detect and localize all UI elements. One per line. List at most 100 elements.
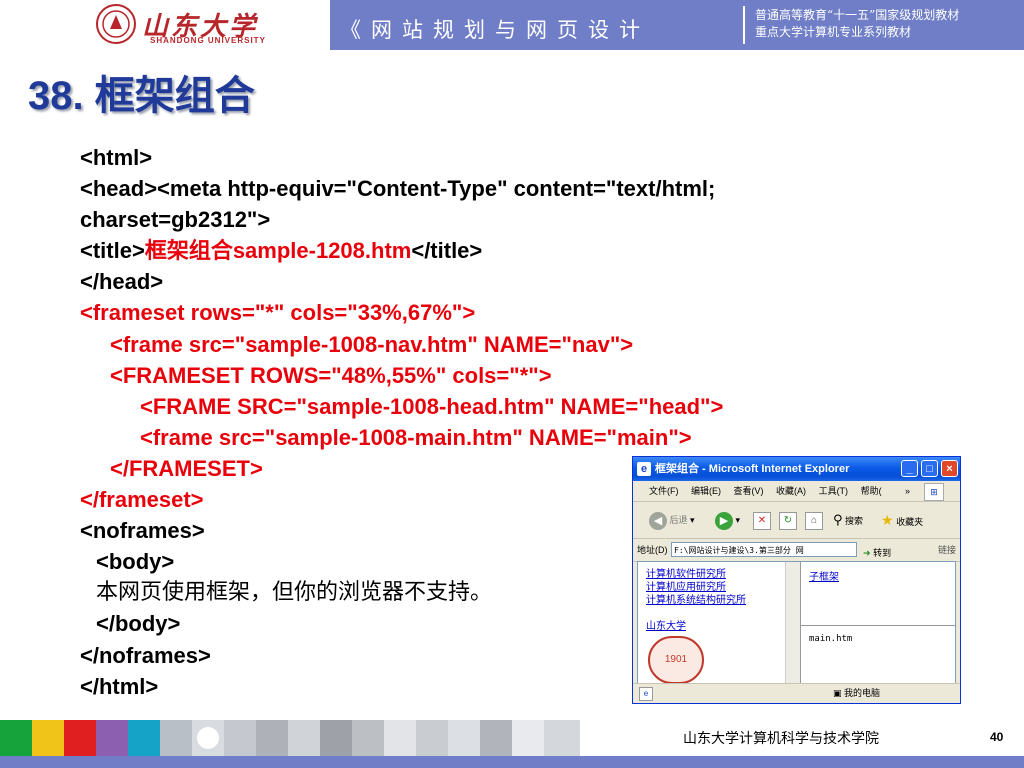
back-button[interactable]: ◀ 后退 ▾ (649, 510, 695, 530)
footer-tile (448, 720, 480, 756)
code-line: 本网页使用框架，但你的浏览器不支持。 (96, 580, 493, 606)
back-label: 后退 (669, 515, 688, 525)
footer-tile (512, 720, 544, 756)
maximize-button[interactable]: □ (921, 460, 938, 477)
footer-tile (320, 720, 352, 756)
university-logo: 山东大学 SHANDONG UNIVERSITY (0, 0, 330, 50)
university-seal-image: 1901 (648, 636, 704, 684)
favorites-label: 收藏夹 (896, 517, 924, 527)
menu-tools[interactable]: 工具(T) (819, 486, 849, 496)
code-line: </noframes> (80, 642, 211, 668)
go-arrow-icon: ➜ (863, 548, 871, 558)
refresh-button[interactable]: ↻ (779, 510, 797, 530)
series-text: 普通高等教育“十一五”国家级规划教材 重点大学计算机专业系列教材 (755, 7, 959, 41)
window-title: 框架组合 - Microsoft Internet Explorer (655, 463, 850, 475)
links-label[interactable]: 链接 (938, 539, 956, 561)
forward-button[interactable]: ▶ ▾ (715, 510, 740, 530)
code-line: <title>框架组合sample-1208.htm</title> (80, 235, 723, 266)
address-label: 地址(D) (637, 545, 668, 555)
search-icon: ⚲ (833, 512, 843, 527)
footer-tile (64, 720, 96, 756)
footer-strip (0, 756, 1024, 768)
menu-more-chevron-icon[interactable]: » (905, 481, 910, 501)
windows-logo-icon: ⊞ (924, 483, 944, 501)
code-line: <FRAME SRC="sample-1008-head.htm" NAME="… (140, 393, 724, 419)
home-icon: ⌂ (805, 511, 823, 530)
menu-edit[interactable]: 编辑(E) (691, 486, 721, 496)
series-line-1: 普通高等教育“十一五”国家级规划教材 (755, 8, 960, 22)
star-icon: ★ (881, 512, 894, 528)
page-icon: e (639, 687, 653, 701)
code-line: </head> (80, 269, 164, 295)
menu-view[interactable]: 查看(V) (734, 486, 764, 496)
footer-tile (256, 720, 288, 756)
logo-subtext: SHANDONG UNIVERSITY (150, 36, 266, 45)
code-line: <body> (96, 549, 175, 575)
footer-tile (96, 720, 128, 756)
code-segment: </title> (411, 238, 483, 264)
menu-file[interactable]: 文件(F) (649, 486, 679, 496)
footer-tile (544, 720, 580, 756)
code-line: </html> (80, 673, 159, 699)
university-seal-icon (96, 4, 136, 44)
footer-decoration (0, 720, 580, 756)
nav-frame: 计算机软件研究所 计算机应用研究所 计算机系统结构研究所 山东大学 1901 (638, 562, 801, 684)
footer-school: 山东大学计算机科学与技术学院 (683, 731, 879, 747)
code-line: </body> (96, 611, 181, 637)
nav-link[interactable]: 计算机软件研究所 (646, 568, 726, 581)
footer-tile (224, 720, 256, 756)
main-text: main.htm (809, 634, 853, 644)
code-segment: <title> (80, 238, 145, 264)
home-button[interactable]: ⌂ (805, 510, 823, 530)
nav-scrollbar[interactable] (785, 562, 800, 683)
code-line: </frameset> (80, 487, 204, 513)
browser-window: e 框架组合 - Microsoft Internet Explorer _ □… (632, 456, 961, 704)
forward-arrow-icon: ▶ (715, 511, 733, 530)
footer-tile (288, 720, 320, 756)
footer-tile (0, 720, 32, 756)
header-divider (743, 6, 745, 44)
code-line: <frame src="sample-1008-nav.htm" NAME="n… (110, 331, 634, 357)
search-button[interactable]: ⚲ 搜索 (833, 510, 863, 530)
menu-bar: 文件(F) 编辑(E) 查看(V) 收藏(A) 工具(T) 帮助( » ⊞ (633, 481, 960, 502)
nav-link-sdu[interactable]: 山东大学 (646, 620, 686, 633)
status-zone-label: 我的电脑 (844, 688, 881, 698)
footer-tile (416, 720, 448, 756)
ie-icon: e (637, 462, 651, 476)
status-zone: ▣ 我的电脑 (833, 684, 880, 703)
header-bar: 山东大学 SHANDONG UNIVERSITY 《网站规划与网页设计 普通高等… (0, 0, 1024, 50)
favorites-button[interactable]: ★ 收藏夹 (881, 510, 923, 530)
code-line: <head><meta http-equiv="Content-Type" co… (80, 176, 716, 202)
nav-link[interactable]: 计算机系统结构研究所 (646, 594, 746, 607)
stop-button[interactable]: ✕ (753, 510, 771, 530)
address-input[interactable]: F:\网站设计与建设\3.第三部分 网 (671, 542, 857, 557)
code-segment-red: 框架组合sample-1208.htm (144, 238, 412, 264)
series-line-2: 重点大学计算机专业系列教材 (755, 25, 912, 39)
footer-tile (128, 720, 160, 756)
code-line: <FRAMESET ROWS="48%,55%" cols="*"> (110, 362, 552, 388)
address-bar: 地址(D) F:\网站设计与建设\3.第三部分 网 ➜ 转到 链接 (633, 539, 960, 562)
head-link[interactable]: 子框架 (809, 568, 839, 583)
code-line: charset=gb2312"> (80, 207, 271, 233)
computer-icon: ▣ (833, 688, 842, 698)
browser-content: 计算机软件研究所 计算机应用研究所 计算机系统结构研究所 山东大学 1901 子… (637, 561, 956, 684)
back-arrow-icon: ◀ (649, 511, 667, 530)
slide-title: 38. 框架组合 (28, 74, 255, 118)
browser-titlebar: e 框架组合 - Microsoft Internet Explorer _ □… (633, 457, 960, 481)
minimize-button[interactable]: _ (901, 460, 918, 477)
code-line: <frameset rows="*" cols="33%,67%"> (80, 300, 476, 326)
footer-tile (192, 720, 224, 756)
stop-icon: ✕ (753, 511, 771, 530)
menu-help[interactable]: 帮助( (861, 486, 882, 496)
search-label: 搜索 (845, 516, 864, 526)
menu-favorites[interactable]: 收藏(A) (776, 486, 806, 496)
code-line: </FRAMESET> (110, 455, 263, 481)
footer-tile (160, 720, 192, 756)
nav-link[interactable]: 计算机应用研究所 (646, 581, 726, 594)
main-frame: main.htm (801, 626, 955, 683)
close-button[interactable]: × (941, 460, 958, 477)
course-title: 《网站规划与网页设计 (340, 18, 650, 42)
head-frame: 子框架 (801, 562, 955, 626)
status-bar: e ▣ 我的电脑 (633, 683, 960, 703)
code-listing: <html> <head><meta http-equiv="Content-T… (80, 142, 723, 702)
